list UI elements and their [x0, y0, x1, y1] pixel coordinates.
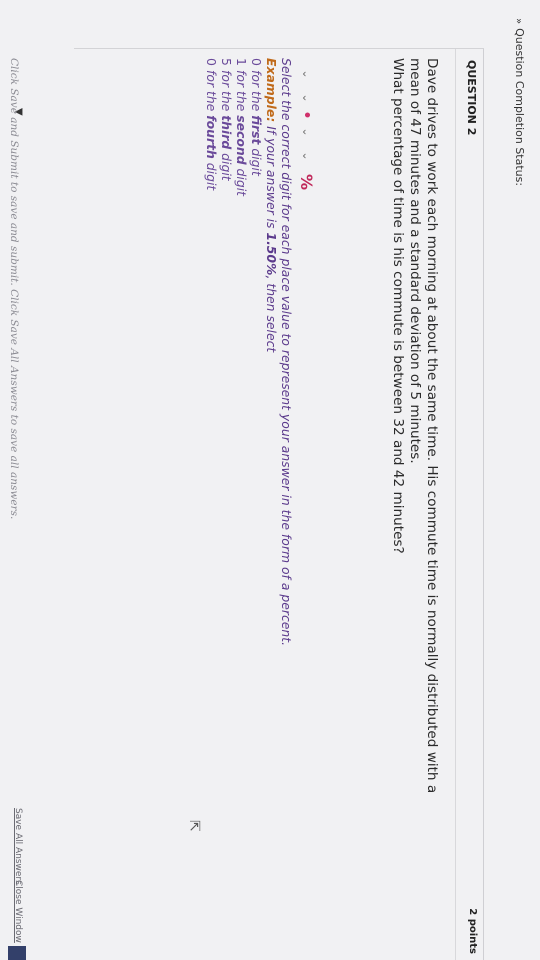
- item-text: digit: [249, 144, 264, 176]
- divider: [455, 48, 456, 960]
- save-and-submit-button[interactable]: [8, 946, 26, 960]
- item-text: digit: [204, 158, 219, 191]
- close-window-button[interactable]: Close Window: [13, 880, 23, 943]
- example-tail: , then select: [264, 275, 279, 353]
- example-value: 1.50%: [264, 232, 279, 276]
- mouse-cursor-icon: ⇱: [186, 820, 202, 832]
- divider: [74, 48, 484, 49]
- item-text: for the: [219, 70, 234, 116]
- item-digit: 0: [249, 58, 264, 66]
- item-text: for the: [234, 70, 249, 116]
- instructions: Select the correct digit for each place …: [204, 58, 294, 918]
- example-text: If your answer is: [264, 122, 279, 233]
- item-place: second: [234, 115, 249, 165]
- question-line: What percentage of time is his commute i…: [390, 58, 406, 554]
- digit-dropdown-1[interactable]: ⌄: [299, 62, 315, 86]
- digit-dropdown-4[interactable]: ⌄: [299, 144, 315, 168]
- example-label: Example:: [264, 58, 279, 123]
- item-place: first: [249, 115, 264, 145]
- question-line: Dave drives to work each morning at abou…: [424, 58, 440, 794]
- list-item: 0 for the fourth digit: [204, 58, 219, 918]
- item-place: fourth: [204, 115, 219, 159]
- item-text: for the: [204, 70, 219, 116]
- example-line: Example: If your answer is 1.50%, then s…: [264, 58, 279, 918]
- double-chevron-down-icon: »: [513, 18, 524, 25]
- question-completion-status[interactable]: » Question Completion Status:: [513, 18, 526, 186]
- item-text: for the: [249, 70, 264, 116]
- item-text: digit: [219, 149, 234, 181]
- percent-sign: %: [297, 174, 316, 191]
- question-line: mean of 47 minutes and a standard deviat…: [407, 58, 423, 464]
- item-text: digit: [234, 164, 249, 196]
- digit-dropdown-3[interactable]: ⌄: [299, 120, 315, 144]
- status-label: Question Completion Status:: [513, 28, 526, 187]
- decimal-point: •: [298, 110, 315, 120]
- item-digit: 5: [219, 58, 234, 66]
- chevron-down-icon: ⌄: [300, 93, 313, 103]
- answer-row: ⌄ ⌄ • ⌄ ⌄ %: [297, 62, 316, 190]
- points-label: 2 points: [467, 908, 478, 954]
- question-text: Dave drives to work each morning at abou…: [389, 58, 440, 898]
- item-place: third: [219, 115, 234, 150]
- chevron-down-icon: ⌄: [300, 69, 313, 79]
- instructions-line: Select the correct digit for each place …: [279, 58, 294, 647]
- list-item: 1 for the second digit: [234, 58, 249, 918]
- rotated-page: »Question Completion Status: ▼ QUESTION …: [0, 0, 540, 960]
- footer-note: Click Save and Submit to save and submit…: [8, 58, 20, 520]
- save-all-answers-button[interactable]: Save All Answers: [13, 808, 23, 885]
- divider: [483, 48, 484, 960]
- chevron-down-icon: ⌄: [300, 127, 313, 137]
- digit-dropdown-2[interactable]: ⌄: [299, 86, 315, 110]
- list-item: 5 for the third digit: [219, 58, 234, 918]
- question-header: QUESTION 2: [465, 60, 478, 136]
- screen: »Question Completion Status: ▼ QUESTION …: [0, 0, 540, 960]
- item-digit: 1: [234, 58, 249, 66]
- chevron-down-icon: ⌄: [300, 151, 313, 161]
- item-digit: 0: [204, 58, 219, 66]
- list-item: 0 for the first digit: [249, 58, 264, 918]
